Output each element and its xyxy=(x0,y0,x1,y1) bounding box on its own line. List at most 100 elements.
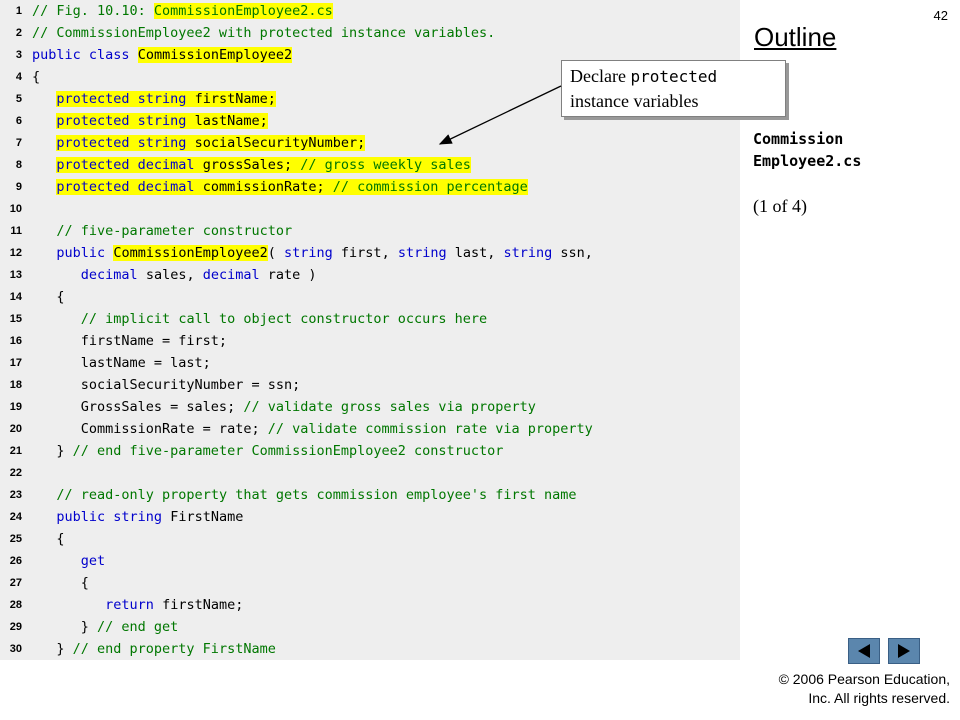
callout-text: Declare xyxy=(570,66,626,86)
line-number: 15 xyxy=(9,313,22,325)
code-token: public string xyxy=(56,509,163,525)
code-text: { xyxy=(32,528,65,550)
code-token: } xyxy=(32,443,73,459)
line-number: 21 xyxy=(9,445,22,457)
line-number: 18 xyxy=(9,379,22,391)
code-text: protected decimal commissionRate; // com… xyxy=(32,176,528,198)
code-token: // gross weekly sales xyxy=(300,157,471,173)
file-name-line1: Commission xyxy=(753,130,844,148)
code-line: 30 } // end property FirstName xyxy=(0,638,740,660)
code-token: return xyxy=(105,597,154,613)
code-text: decimal sales, decimal rate ) xyxy=(32,264,317,286)
line-number: 1 xyxy=(15,5,22,17)
code-text: socialSecurityNumber = ssn; xyxy=(32,374,300,396)
line-number: 12 xyxy=(9,247,22,259)
code-token: socialSecurityNumber = ssn; xyxy=(32,377,301,393)
code-token: ssn, xyxy=(552,245,593,261)
code-line: 11 // five-parameter constructor xyxy=(0,220,740,242)
code-token: sales, xyxy=(137,267,203,283)
line-number: 27 xyxy=(9,577,22,589)
code-token: CommissionEmployee2 xyxy=(137,47,293,63)
line-number: 16 xyxy=(9,335,22,347)
code-token: { xyxy=(32,531,65,547)
code-text: lastName = last; xyxy=(32,352,211,374)
code-token: CommissionRate = rate; xyxy=(32,421,268,437)
code-line: 18 socialSecurityNumber = ssn; xyxy=(0,374,740,396)
file-name: Commission Employee2.cs xyxy=(753,128,861,172)
line-number: 19 xyxy=(9,401,22,413)
outline-title[interactable]: Outline xyxy=(754,22,836,53)
code-token: get xyxy=(80,553,106,569)
copyright-line2: Inc. All rights reserved. xyxy=(808,690,950,706)
code-line: 29 } // end get xyxy=(0,616,740,638)
code-text: protected string socialSecurityNumber; xyxy=(32,132,366,154)
callout-text-line2: instance variables xyxy=(570,91,699,111)
line-number: 3 xyxy=(15,49,22,61)
code-token: CommissionEmployee2.cs xyxy=(153,3,333,19)
code-text: public CommissionEmployee2( string first… xyxy=(32,242,593,264)
code-line: 15 // implicit call to object constructo… xyxy=(0,308,740,330)
code-text: // five-parameter constructor xyxy=(32,220,292,242)
code-line: 8 protected decimal grossSales; // gross… xyxy=(0,154,740,176)
code-text: firstName = first; xyxy=(32,330,227,352)
code-token: { xyxy=(32,69,41,85)
code-text: } // end get xyxy=(32,616,179,638)
line-number: 23 xyxy=(9,489,22,501)
code-token: // five-parameter constructor xyxy=(56,223,293,239)
code-token: firstName; xyxy=(153,597,244,613)
code-line: 28 return firstName; xyxy=(0,594,740,616)
copyright-line1: © 2006 Pearson Education, xyxy=(778,671,950,687)
code-token: protected string xyxy=(56,135,187,151)
code-text: return firstName; xyxy=(32,594,243,616)
code-token: // end get xyxy=(97,619,179,635)
line-number: 17 xyxy=(9,357,22,369)
code-token: // commission percentage xyxy=(332,179,528,195)
code-line: 26 get xyxy=(0,550,740,572)
code-line: 2 // CommissionEmployee2 with protected i… xyxy=(0,22,740,44)
code-line: 17 lastName = last; xyxy=(0,352,740,374)
line-number: 30 xyxy=(9,643,22,655)
line-number: 7 xyxy=(15,137,22,149)
code-line: 19 GrossSales = sales; // validate gross… xyxy=(0,396,740,418)
line-number: 10 xyxy=(9,203,22,215)
code-token: CommissionEmployee2 xyxy=(113,245,268,261)
code-token: protected string xyxy=(56,113,187,129)
code-token: // end property FirstName xyxy=(72,641,276,657)
line-number: 20 xyxy=(9,423,22,435)
code-text: { xyxy=(32,286,65,308)
code-token: string xyxy=(397,245,447,261)
right-triangle-icon xyxy=(898,644,910,658)
code-token: { xyxy=(32,289,65,305)
code-token: rate ) xyxy=(259,267,317,283)
previous-slide-button[interactable] xyxy=(848,638,880,664)
code-token: // validate gross sales via property xyxy=(243,399,536,415)
copyright-notice: © 2006 Pearson Education, Inc. All rights… xyxy=(779,670,950,708)
code-token: // Fig. 10.10: xyxy=(32,3,154,19)
code-token: protected string xyxy=(56,91,187,107)
code-line: 27 { xyxy=(0,572,740,594)
code-token: } xyxy=(32,641,73,657)
next-slide-button[interactable] xyxy=(888,638,920,664)
code-token: GrossSales = sales; xyxy=(32,399,244,415)
code-token: lastName = last; xyxy=(32,355,211,371)
line-number: 6 xyxy=(15,115,22,127)
code-token: decimal xyxy=(80,267,138,283)
callout-code-word: protected xyxy=(630,67,718,86)
code-token: { xyxy=(32,575,89,591)
code-text: // read-only property that gets commissi… xyxy=(32,484,576,506)
code-line: 24 public string FirstName xyxy=(0,506,740,528)
code-token: FirstName xyxy=(162,509,244,525)
line-number: 5 xyxy=(15,93,22,105)
line-number: 9 xyxy=(15,181,22,193)
code-text: // implicit call to object constructor o… xyxy=(32,308,487,330)
code-line: 23 // read-only property that gets commi… xyxy=(0,484,740,506)
code-text: protected string lastName; xyxy=(32,110,268,132)
